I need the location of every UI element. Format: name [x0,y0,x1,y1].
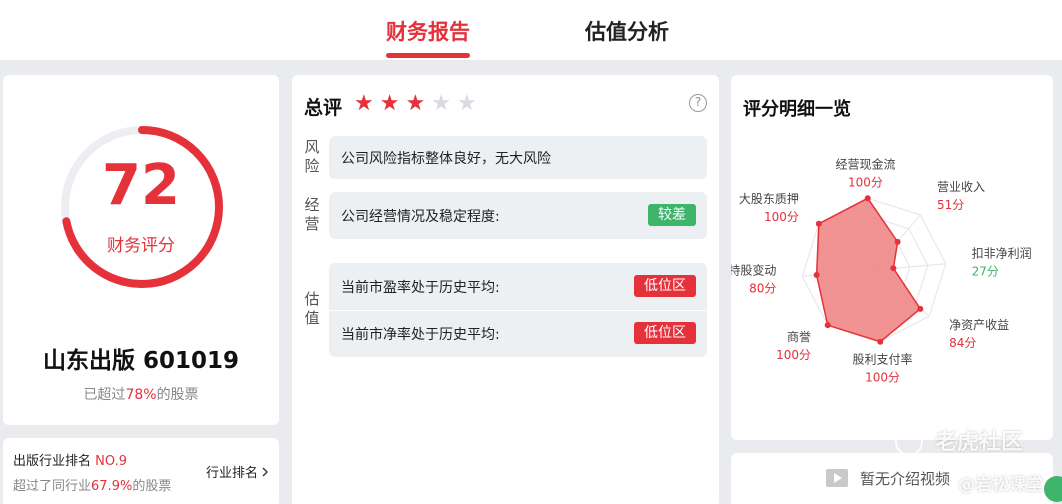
radar-point [815,220,822,227]
operation-text: 公司经营情况及稳定程度: [341,209,500,225]
radar-point [824,322,831,329]
star-filled-icon: ★ [379,91,406,116]
overall-review-title: 总评 [304,97,343,119]
radar-point [894,238,901,245]
industry-rank-panel: 出版行业排名 NO.9 超过了同行业67.9%的股票 行业排名 [3,438,279,504]
operation-status-badge: 较差 [648,204,696,226]
operation-box: 公司经营情况及稳定程度: 较差 [329,192,707,239]
pe-ratio-text: 当前市盈率处于历史平均: [341,280,500,296]
radar-axis-value: 100分 [848,175,883,189]
tab-bar: 财务报告 估值分析 [0,0,1062,60]
radar-axis-name: 扣非净利润 [972,246,1032,260]
star-rating: ★★★★★ [354,91,483,116]
radar-data-area [815,197,922,343]
watermark-logo-icon [895,428,923,456]
radar-point [877,338,884,345]
star-filled-icon: ★ [354,91,380,116]
operation-side-label: 经营 [304,196,320,233]
video-play-icon [826,469,848,487]
industry-exceed-text: 超过了同行业67.9%的股票 [13,479,172,494]
radar-axis-value: 84分 [949,336,976,350]
star-empty-icon: ★ [431,91,457,116]
radar-axis-name: 大股东质押 [739,192,799,206]
no-video-text: 暂无介绍视频 [860,470,951,488]
radar-axis-name: 商誉 [787,329,811,344]
overall-review-panel: 总评 ★★★★★ ? 风险 公司风险指标整体良好，无大风险 经营 公司经营情况及… [292,75,719,504]
industry-rank-link[interactable]: 行业排名 [206,462,270,481]
financial-score-label: 财务评分 [107,236,175,256]
radar-axis-value: 51分 [937,198,964,212]
radar-axis-name: 高管持股变动 [731,263,776,278]
pb-ratio-badge: 低位区 [634,322,696,344]
score-panel: 72 财务评分 山东出版 601019 已超过78%的股票 [3,75,279,425]
score-radar-chart: 营业收入51分扣非净利润27分净资产收益84分股利支付率100分商誉100分高管… [731,156,1032,385]
radar-point [864,195,871,202]
pb-ratio-text: 当前市净率处于历史平均: [341,327,500,343]
watermark-author: @岩松课堂 [958,475,1043,495]
risk-text: 公司风险指标整体良好，无大风险 [341,151,551,167]
star-empty-icon: ★ [456,91,483,116]
radar-axis-value: 100分 [776,348,811,362]
active-tab-indicator [386,53,470,58]
divider [329,310,707,311]
chevron-right-icon [262,467,269,477]
industry-rank-value: NO.9 [95,454,127,469]
risk-box: 公司风险指标整体良好，无大风险 [329,136,707,179]
tab-financial-report[interactable]: 财务报告 [386,16,470,46]
star-filled-icon: ★ [405,91,432,116]
radar-point [813,272,820,279]
radar-axis-name: 经营现金流 [835,156,895,171]
radar-axis-value: 100分 [764,210,799,224]
financial-score-value: 72 [102,153,180,218]
industry-exceed-pct: 67.9% [91,479,133,494]
exceed-market-pct: 78% [125,387,157,403]
exceed-market-text: 已超过78%的股票 [83,387,199,403]
radar-axis-name: 净资产收益 [949,318,1009,332]
radar-axis-value: 27分 [972,264,999,278]
radar-point [890,265,897,272]
pe-ratio-badge: 低位区 [634,275,696,297]
radar-axis-name: 股利支付率 [853,352,913,367]
company-name-code: 山东出版 601019 [42,348,240,374]
watermark-brand: 老虎社区 [935,430,1024,455]
risk-side-label: 风险 [304,138,320,175]
industry-rank-text: 出版行业排名 NO.9 [13,454,127,469]
valuation-box: 当前市盈率处于历史平均: 低位区 当前市净率处于历史平均: 低位区 [329,263,707,357]
radar-axis-value: 100分 [865,371,900,385]
tab-valuation-analysis[interactable]: 估值分析 [585,16,669,46]
score-detail-panel: 评分明细一览 营业收入 51分 扣非净利润 27分 净资产收益 84分 股利支付率 100分商… [731,75,1053,440]
valuation-side-label: 估值 [304,290,320,327]
radar-axis-value: 80分 [749,282,776,296]
radar-axis-name: 营业收入 [937,180,985,194]
help-icon[interactable]: ? [689,94,707,112]
radar-point [917,305,924,312]
